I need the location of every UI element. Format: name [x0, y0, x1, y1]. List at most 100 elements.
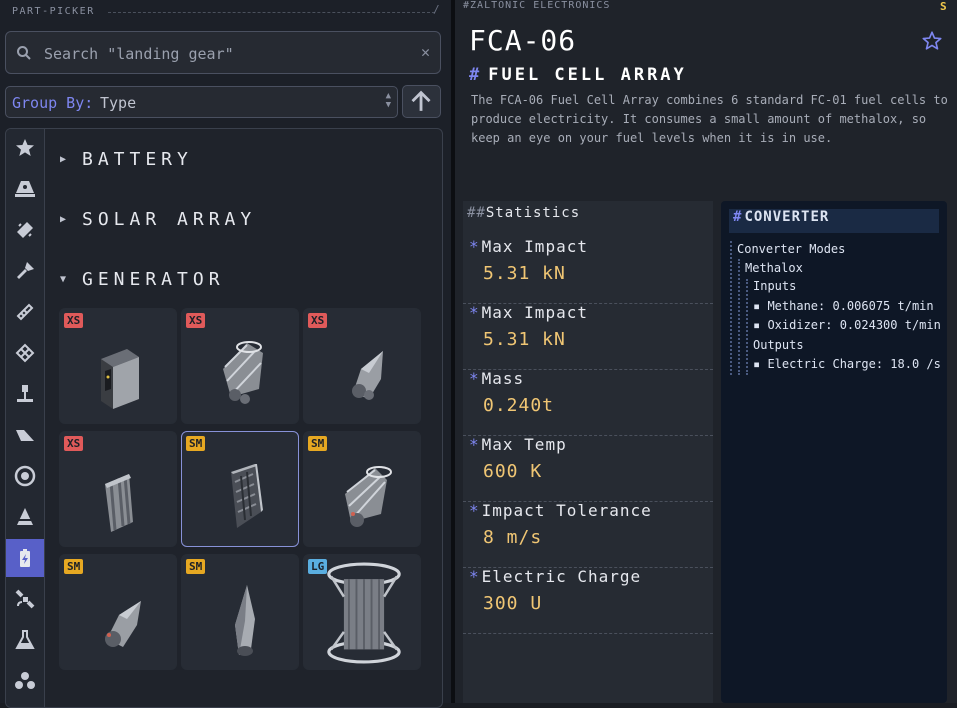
search-placeholder: Search "landing gear"	[44, 45, 234, 63]
part-description: The FCA-06 Fuel Cell Array combines 6 st…	[471, 93, 948, 145]
engine-icon	[17, 262, 34, 279]
star-icon	[16, 139, 34, 156]
inputs-label: Inputs	[753, 279, 797, 293]
group-label: GENERATOR	[82, 269, 225, 290]
cone-generator-small-icon	[105, 601, 141, 647]
converter-title: # CONVERTER	[729, 209, 939, 233]
flask-icon	[15, 630, 35, 649]
statistics-title-text: Statistics	[485, 205, 581, 221]
clear-search-icon[interactable]: ✕	[421, 43, 430, 61]
command-pod-icon	[15, 181, 35, 197]
hash-icon: #	[733, 209, 743, 225]
stat-row: * Impact Tolerance 8 m/s	[463, 501, 713, 568]
collapse-handle-icon[interactable]: /	[433, 3, 440, 16]
part-card-selected[interactable]: SM	[181, 431, 299, 547]
landing-gear-icon	[17, 385, 33, 402]
part-card[interactable]: SM	[303, 431, 421, 547]
manufacturer-label: #ZALTONIC ELECTRONICS	[463, 0, 611, 11]
size-badge: XS	[64, 436, 84, 451]
nose-generator-icon	[235, 585, 255, 656]
stat-label: * Max Impact	[469, 303, 588, 322]
tab-favorites[interactable]	[6, 129, 44, 167]
stat-value: 8 m/s	[483, 527, 543, 548]
stat-row: * Electric Charge 300 U	[463, 567, 713, 634]
size-badge: SM	[186, 436, 206, 451]
cargo-icon	[15, 672, 35, 689]
group-header-generator[interactable]: ▼ GENERATOR	[60, 269, 225, 290]
tab-science[interactable]	[6, 621, 44, 659]
satellite-icon	[15, 589, 35, 609]
size-badge: XS	[308, 313, 328, 328]
part-card[interactable]: SM	[181, 554, 299, 670]
part-code: FCA-06	[469, 24, 577, 57]
tree-line	[746, 279, 748, 375]
tab-wheels[interactable]	[6, 457, 44, 495]
tab-satellites[interactable]	[6, 580, 44, 618]
manufacturer-name: ZALTONIC ELECTRONICS	[470, 0, 611, 11]
sort-order-button[interactable]	[402, 85, 441, 118]
coupler-icon	[15, 343, 35, 363]
part-card[interactable]: SM	[59, 554, 177, 670]
part-card[interactable]: XS	[181, 308, 299, 424]
fuel-cell-array-icon	[231, 464, 263, 528]
radiator-generator-icon	[105, 474, 133, 532]
hash-icon: ##	[467, 205, 486, 221]
group-by-label: Group By:	[12, 94, 94, 112]
wing-icon	[16, 430, 34, 441]
stat-row: * Max Temp 600 K	[463, 435, 713, 502]
tab-engines[interactable]	[6, 252, 44, 290]
tree-line	[730, 241, 732, 375]
outputs-label: Outputs	[753, 338, 804, 352]
size-badge: SM	[186, 559, 206, 574]
tab-wings[interactable]	[6, 416, 44, 454]
parts-browser: ▶ BATTERY ▶ SOLAR ARRAY ▼ GENERATOR XS X…	[5, 128, 443, 708]
tab-cargo[interactable]	[6, 662, 44, 700]
search-input[interactable]: Search "landing gear" ✕	[5, 31, 441, 74]
part-card[interactable]: XS	[59, 431, 177, 547]
part-name: # FUEL CELL ARRAY	[469, 65, 687, 85]
statistics-title: ##Statistics	[467, 205, 580, 221]
tab-structural[interactable]	[6, 293, 44, 331]
fuel-tank-icon	[17, 222, 33, 238]
stat-label: * Impact Tolerance	[469, 501, 652, 520]
part-card[interactable]: LG	[303, 554, 421, 670]
tab-electrical[interactable]	[6, 539, 44, 577]
stat-value: 0.240t	[483, 395, 555, 416]
size-badge: XS	[64, 313, 84, 328]
tab-command-pods[interactable]	[6, 169, 44, 207]
stat-label: * Max Impact	[469, 237, 588, 256]
tab-landing-gear[interactable]	[6, 375, 44, 413]
part-card[interactable]: XS	[59, 308, 177, 424]
group-header-battery[interactable]: ▶ BATTERY	[60, 149, 193, 170]
fuel-cell-pack-icon	[101, 349, 139, 409]
stat-value: 5.31 kN	[483, 263, 566, 284]
tab-fuel-tanks[interactable]	[6, 211, 44, 249]
caret-right-icon: ▶	[60, 154, 72, 165]
tree-line	[738, 259, 740, 375]
stat-label: * Max Temp	[469, 435, 567, 454]
statistics-panel: ##Statistics * Max Impact 5.31 kN * Max Im…	[463, 201, 713, 703]
tab-nose-cones[interactable]	[6, 498, 44, 536]
tab-couplers[interactable]	[6, 334, 44, 372]
favorite-star-icon[interactable]	[921, 30, 943, 52]
converter-modes-label: Converter Modes	[737, 242, 846, 256]
group-by-select[interactable]: Group By: Type ▲ ▼	[5, 86, 398, 118]
arrow-up-icon	[411, 90, 431, 111]
stat-label: * Mass	[469, 369, 525, 388]
select-arrows-icon: ▲ ▼	[385, 91, 391, 110]
size-badge: SM	[64, 559, 84, 574]
size-badge: XS	[186, 313, 206, 328]
group-label: BATTERY	[82, 149, 193, 170]
part-card[interactable]: XS	[303, 308, 421, 424]
converter-mode: Methalox	[745, 261, 803, 275]
caged-generator-icon	[345, 466, 392, 527]
cone-generator-icon	[352, 351, 383, 400]
group-header-solar-array[interactable]: ▶ SOLAR ARRAY	[60, 209, 256, 230]
stat-row: * Mass 0.240t	[463, 369, 713, 436]
converter-panel: # CONVERTER Converter Modes Methalox Inpu…	[721, 201, 947, 703]
nose-cone-icon	[17, 508, 33, 525]
stat-label: * Electric Charge	[469, 567, 642, 586]
converter-title-text: CONVERTER	[744, 209, 830, 225]
output-item: ▪ Electric Charge: 18.0 /s	[753, 357, 941, 371]
structural-icon	[16, 303, 34, 321]
